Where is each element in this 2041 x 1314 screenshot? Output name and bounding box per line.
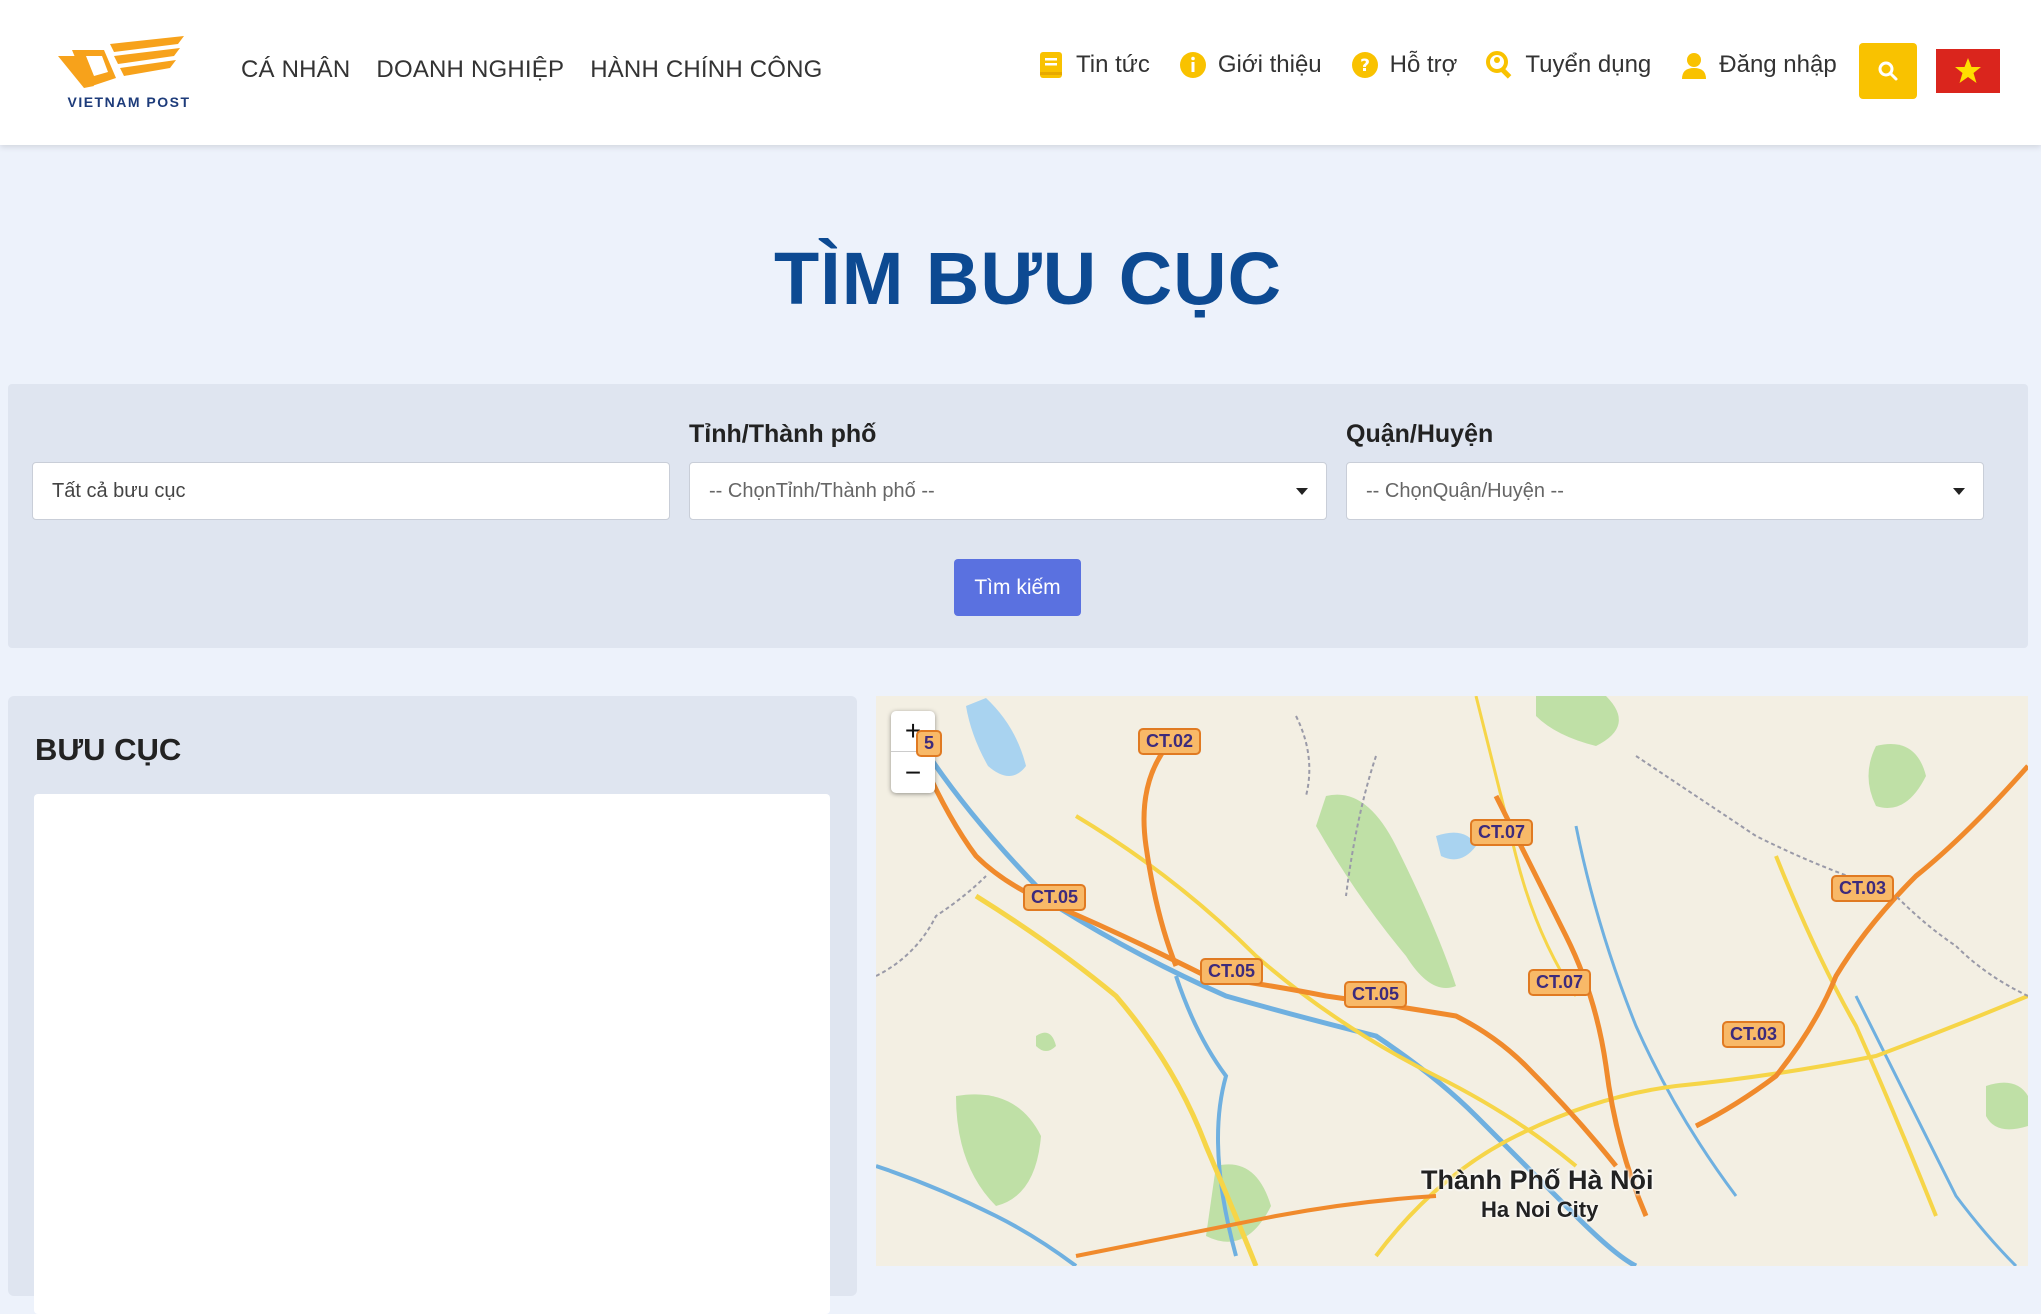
nav-dang-nhap-label: Đăng nhập: [1719, 51, 1837, 78]
province-select[interactable]: -- ChọnTỉnh/Thành phố --: [689, 462, 1327, 520]
road-label: CT.05: [1344, 981, 1408, 1008]
nav-gioi-thieu-label: Giới thiệu: [1217, 51, 1322, 78]
svg-text:?: ?: [1360, 56, 1370, 76]
info-icon: [1179, 52, 1206, 78]
logo-mark-icon: [58, 36, 184, 88]
map-view[interactable]: + − 5 CT.02 CT.07 CT.05 CT.03 CT.05 CT.0…: [876, 696, 2028, 1266]
nav-doanh-nghiep[interactable]: DOANH NGHIỆP: [376, 56, 564, 84]
results-title: BƯU CỤC: [35, 732, 182, 767]
road-label: CT.05: [1023, 884, 1087, 911]
nav-tuyen-dung[interactable]: Tuyển dụng: [1485, 50, 1651, 80]
keyword-input[interactable]: Tất cả bưu cục: [32, 462, 670, 520]
nav-tin-tuc-label: Tin tức: [1076, 51, 1150, 78]
province-select-value: -- ChọnTỉnh/Thành phố --: [709, 479, 935, 502]
nav-tin-tuc[interactable]: Tin tức: [1036, 50, 1150, 80]
keyword-input-value: Tất cả bưu cục: [52, 479, 186, 502]
nav-tuyen-dung-label: Tuyển dụng: [1525, 51, 1652, 78]
chevron-down-icon: [1953, 488, 1965, 495]
road-label: CT.02: [1138, 728, 1202, 755]
vietnam-post-logo[interactable]: VIETNAM POST: [58, 34, 200, 114]
district-label: Quận/Huyện: [1346, 420, 1494, 448]
news-icon: [1040, 52, 1062, 78]
user-icon: [1682, 53, 1707, 79]
help-icon: ?: [1351, 52, 1378, 78]
nav-hanh-chinh-cong[interactable]: HÀNH CHÍNH CÔNG: [590, 56, 822, 84]
search-submit-button[interactable]: Tìm kiếm: [954, 559, 1081, 616]
site-header: VIETNAM POST CÁ NHÂN DOANH NGHIỆP HÀNH C…: [0, 0, 2041, 145]
district-select-value: -- ChọnQuận/Huyện --: [1366, 479, 1564, 502]
main-nav: CÁ NHÂN DOANH NGHIỆP HÀNH CHÍNH CÔNG: [241, 56, 823, 84]
search-panel: Tất cả bưu cục Tỉnh/Thành phố -- ChọnTỉn…: [8, 384, 2028, 648]
star-icon: [1955, 58, 1981, 83]
search-icon: [1878, 61, 1898, 81]
road-label: CT.07: [1470, 819, 1534, 846]
city-label-en: Ha Noi City: [1481, 1197, 1599, 1222]
road-label: 5: [916, 730, 943, 757]
logo-text: VIETNAM POST: [67, 94, 191, 110]
header-search-button[interactable]: [1859, 43, 1917, 99]
results-panel: BƯU CỤC: [8, 696, 857, 1314]
road-label: CT.05: [1200, 958, 1264, 985]
language-flag-vietnam[interactable]: [1936, 49, 2000, 93]
chevron-down-icon: [1296, 488, 1308, 495]
road-label: CT.07: [1528, 969, 1592, 996]
nav-gioi-thieu[interactable]: Giới thiệu: [1178, 50, 1322, 80]
road-label: CT.03: [1831, 875, 1895, 902]
road-label: CT.03: [1722, 1021, 1786, 1048]
city-label: Thành Phố Hà Nội: [1421, 1165, 1654, 1195]
nav-ho-tro[interactable]: ? Hỗ trợ: [1350, 50, 1458, 80]
recruit-icon: [1486, 51, 1512, 79]
district-select[interactable]: -- ChọnQuận/Huyện --: [1346, 462, 1984, 520]
top-nav: Tin tức Giới thiệu ? Hỗ trợ Tuyển dụng Đ…: [1036, 50, 1865, 80]
nav-dang-nhap[interactable]: Đăng nhập: [1679, 50, 1837, 80]
results-list[interactable]: [34, 794, 830, 1314]
province-label: Tỉnh/Thành phố: [689, 420, 877, 448]
page-title: TÌM BƯU CỤC: [773, 237, 1283, 320]
nav-ca-nhan[interactable]: CÁ NHÂN: [241, 56, 350, 84]
nav-ho-tro-label: Hỗ trợ: [1389, 51, 1458, 78]
zoom-out-button[interactable]: −: [891, 752, 935, 793]
